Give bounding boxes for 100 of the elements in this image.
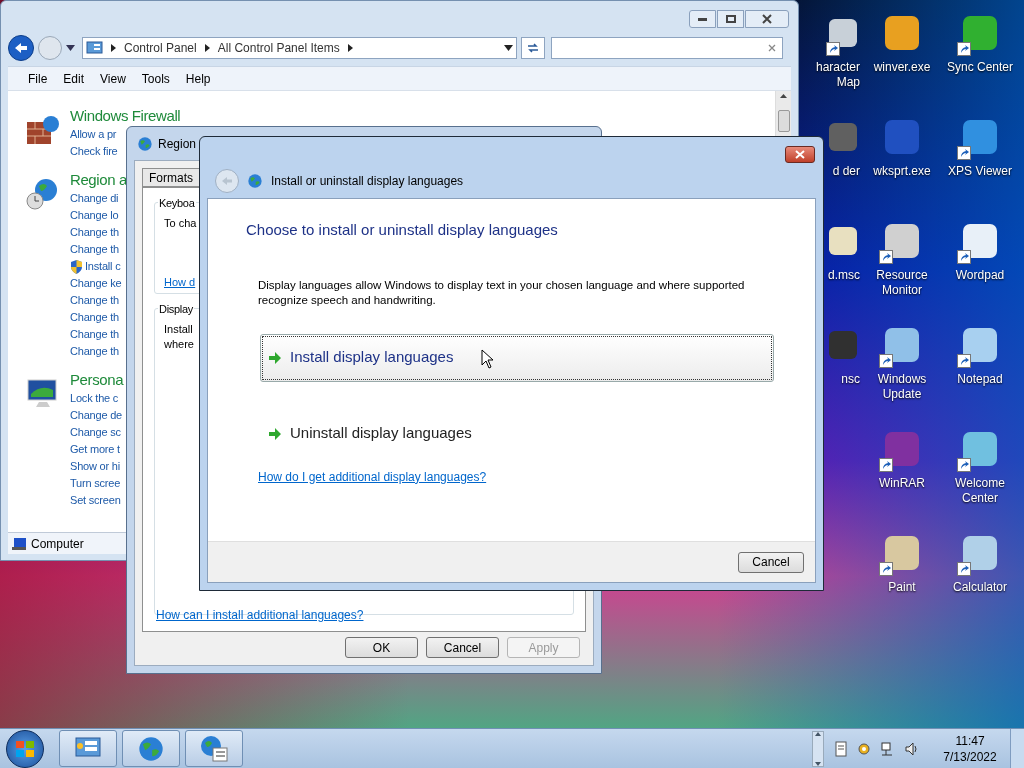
clock-date[interactable]: 7/13/2022	[943, 748, 997, 765]
desktop-shortcut[interactable]: Welcome Center	[942, 422, 1018, 526]
page-heading: Choose to install or uninstall display languages	[246, 220, 559, 240]
task-link[interactable]: Allow a pr	[70, 126, 117, 143]
menu-item[interactable]: File	[28, 69, 48, 88]
task-link[interactable]: Change th	[70, 224, 119, 241]
scroll-thumb[interactable]	[777, 110, 790, 132]
shortcut-label: nsc	[841, 372, 860, 387]
task-link[interactable]: Lock the c	[70, 390, 119, 407]
close-button[interactable]	[785, 146, 815, 163]
desktop-shortcut[interactable]: Sync Center	[942, 6, 1018, 110]
minimize-button[interactable]	[689, 10, 716, 28]
maximize-button[interactable]	[717, 10, 744, 28]
desktop-shortcut[interactable]: wksprt.exe	[864, 110, 940, 214]
desktop-shortcut[interactable]: XPS Viewer	[942, 110, 1018, 214]
back-arrow-icon	[14, 42, 28, 54]
document-icon[interactable]	[834, 740, 848, 757]
task-link[interactable]: Show or hi	[70, 458, 120, 475]
dropdown-caret-icon[interactable]	[66, 45, 75, 51]
task-link[interactable]: Install c	[85, 258, 121, 275]
task-link[interactable]: Change di	[70, 190, 119, 207]
desktop-shortcut[interactable]: WinRAR	[864, 422, 940, 526]
category-title[interactable]: Persona	[70, 370, 124, 390]
shortcut-label: Notepad	[957, 372, 1003, 387]
control-panel-icon	[86, 41, 103, 55]
app-icon	[963, 224, 997, 258]
shortcut-label: Resource Monitor	[875, 268, 929, 298]
start-button[interactable]	[6, 729, 44, 768]
clear-icon[interactable]	[768, 44, 776, 52]
dropdown-caret-icon[interactable]	[504, 45, 513, 51]
command-link[interactable]: Install display languages	[260, 333, 774, 382]
group-text: where	[164, 336, 194, 352]
scroll-up-icon[interactable]	[815, 731, 821, 736]
arrow-right-icon	[268, 427, 282, 440]
menu-item[interactable]: Edit	[63, 69, 85, 88]
shortcut-label: Calculator	[953, 580, 1007, 595]
shortcut-label: Windows Update	[876, 372, 928, 402]
desktop-shortcut[interactable]: Wordpad	[942, 214, 1018, 318]
menu-item[interactable]: Tools	[141, 69, 170, 88]
gear-icon[interactable]	[856, 740, 872, 757]
task-link[interactable]: Change ke	[70, 275, 122, 292]
scroll-up-icon[interactable]	[780, 94, 787, 98]
clock-time[interactable]: 11:47	[955, 732, 985, 749]
task-link[interactable]: Turn scree	[70, 475, 121, 492]
desktop-shortcut[interactable]: Windows Update	[864, 318, 940, 422]
taskbar-button[interactable]	[185, 730, 243, 767]
desktop-shortcut[interactable]: Paint	[864, 526, 940, 630]
app-icon	[963, 536, 997, 570]
arrow-right-icon	[268, 351, 282, 364]
search-field[interactable]	[551, 37, 783, 59]
task-link[interactable]: Set screen	[70, 492, 121, 509]
chevron-right-icon[interactable]	[347, 44, 353, 52]
task-link[interactable]: Change th	[70, 343, 119, 360]
task-link[interactable]: Change lo	[70, 207, 119, 224]
app-icon	[963, 328, 997, 362]
desktop-shortcut[interactable]: Calculator	[942, 526, 1018, 630]
shortcut-label: Sync Center	[947, 60, 1013, 75]
task-link[interactable]: Get more t	[70, 441, 120, 458]
breadcrumb-item[interactable]: Control Panel	[124, 39, 197, 57]
shortcut-label: d.msc	[828, 268, 860, 283]
tab[interactable]: Formats	[142, 168, 200, 187]
windows-logo-icon	[15, 739, 35, 758]
help-link[interactable]: How do I get additional display languages?	[246, 467, 777, 486]
back-button[interactable]	[8, 35, 34, 61]
task-link[interactable]: Change sc	[70, 424, 121, 441]
help-link[interactable]: How d	[162, 273, 196, 290]
globe-document-icon	[199, 734, 229, 763]
chevron-right-icon[interactable]	[111, 44, 116, 52]
task-link[interactable]: Change th	[70, 309, 119, 326]
app-icon	[963, 16, 997, 50]
desktop-shortcut[interactable]: Notepad	[942, 318, 1018, 422]
task-link[interactable]: Check fire	[70, 143, 118, 160]
breadcrumb-item[interactable]: All Control Panel Items	[217, 39, 340, 57]
task-link[interactable]: Change th	[70, 326, 119, 343]
menu-item[interactable]: Help	[185, 69, 211, 88]
category-title[interactable]: Region a	[70, 170, 127, 190]
taskbar-button[interactable]	[59, 730, 117, 767]
scroll-down-icon[interactable]	[815, 761, 821, 766]
command-link[interactable]: Uninstall display languages	[260, 409, 774, 458]
close-button[interactable]	[745, 10, 789, 28]
task-link[interactable]: Change th	[70, 292, 119, 309]
dialog-button[interactable]: OK	[345, 637, 418, 658]
task-link[interactable]: Change th	[70, 241, 119, 258]
volume-icon[interactable]	[904, 740, 920, 757]
shortcut-label: haracter Map	[814, 60, 860, 90]
desktop-shortcut[interactable]: winver.exe	[864, 6, 940, 110]
cancel-button[interactable]: Cancel	[738, 551, 804, 573]
desktop-shortcut[interactable]: Resource Monitor	[864, 214, 940, 318]
address-bar[interactable]: Control Panel All Control Panel Items	[82, 37, 517, 59]
desktop-shortcut[interactable]: haracter Map	[800, 6, 862, 110]
shortcut-label: XPS Viewer	[948, 164, 1012, 179]
dialog-button[interactable]: Cancel	[426, 637, 499, 658]
task-link[interactable]: Change de	[70, 407, 123, 424]
menu-item[interactable]: View	[100, 69, 126, 88]
category-title[interactable]: Windows Firewall	[70, 106, 181, 126]
taskbar-button[interactable]	[122, 730, 180, 767]
globe-icon	[247, 172, 263, 189]
refresh-button[interactable]	[521, 37, 545, 59]
help-link[interactable]: How can I install additional languages?	[142, 606, 586, 624]
chevron-right-icon[interactable]	[204, 44, 210, 52]
